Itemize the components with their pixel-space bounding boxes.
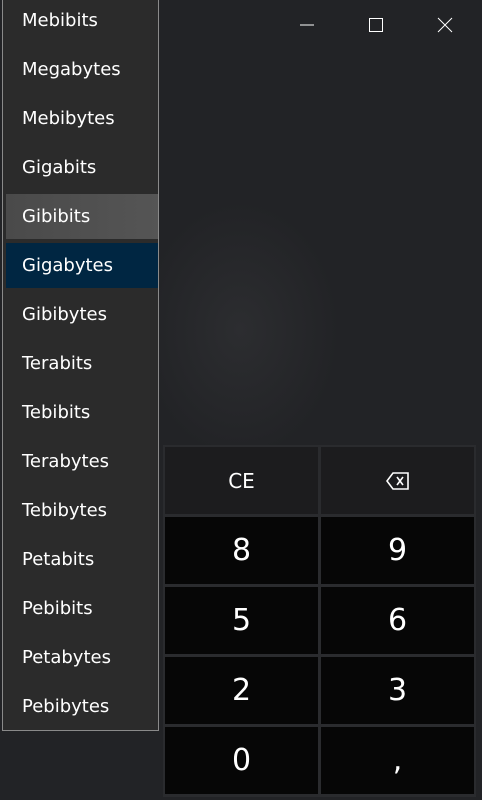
unit-option-gigabits[interactable]: Gigabits [6, 145, 158, 190]
unit-option-label: Pebibits [22, 598, 93, 619]
unit-option-label: Terabits [22, 353, 93, 374]
unit-option-label: Megabytes [22, 59, 121, 80]
unit-option-label: Mebibytes [22, 108, 115, 129]
unit-option-mebibits[interactable]: Mebibits [6, 0, 158, 43]
unit-option-petabytes[interactable]: Petabytes [6, 635, 158, 680]
close-button[interactable] [415, 0, 475, 50]
unit-option-label: Gigabytes [22, 255, 113, 276]
clear-entry-button[interactable]: CE [165, 447, 318, 514]
backspace-button[interactable] [321, 447, 474, 514]
maximize-button[interactable] [346, 0, 406, 50]
key-9[interactable]: 9 [321, 517, 474, 584]
keypad: CE 8 9 5 6 2 3 0 , [163, 445, 476, 797]
unit-option-gibibits[interactable]: Gibibits [6, 194, 158, 239]
key-6[interactable]: 6 [321, 587, 474, 654]
background [140, 200, 340, 460]
unit-option-label: Gibibytes [22, 304, 107, 325]
key-label: , [392, 743, 403, 778]
decimal-separator-key[interactable]: , [321, 727, 474, 794]
key-label: 8 [231, 533, 252, 568]
unit-option-label: Petabytes [22, 647, 111, 668]
unit-option-pebibytes[interactable]: Pebibytes [6, 684, 158, 729]
unit-option-label: Gibibits [22, 206, 91, 227]
unit-option-petabits[interactable]: Petabits [6, 537, 158, 582]
key-3[interactable]: 3 [321, 657, 474, 724]
minimize-icon [300, 24, 314, 26]
unit-option-label: Terabytes [22, 451, 110, 472]
key-5[interactable]: 5 [165, 587, 318, 654]
unit-option-tebibits[interactable]: Tebibits [6, 390, 158, 435]
unit-option-label: Pebibytes [22, 696, 110, 717]
unit-option-gibibytes[interactable]: Gibibytes [6, 292, 158, 337]
unit-option-megabytes[interactable]: Megabytes [6, 47, 158, 92]
key-label: 2 [231, 673, 252, 708]
key-8[interactable]: 8 [165, 517, 318, 584]
key-label: 3 [387, 673, 408, 708]
key-label: 9 [387, 533, 408, 568]
unit-option-label: Tebibits [22, 402, 91, 423]
unit-option-gigabytes[interactable]: Gigabytes [6, 243, 158, 288]
unit-option-pebibits[interactable]: Pebibits [6, 586, 158, 631]
ce-label: CE [228, 468, 255, 493]
maximize-icon [369, 18, 383, 32]
unit-option-terabits[interactable]: Terabits [6, 341, 158, 386]
unit-option-label: Tebibytes [22, 500, 108, 521]
unit-dropdown-list[interactable]: Mebibits Megabytes Mebibytes Gigabits Gibibi… [2, 0, 159, 731]
close-icon [437, 17, 453, 33]
minimize-button[interactable] [277, 0, 337, 50]
unit-option-terabytes[interactable]: Terabytes [6, 439, 158, 484]
unit-option-mebibytes[interactable]: Mebibytes [6, 96, 158, 141]
key-label: 0 [231, 743, 252, 778]
key-0[interactable]: 0 [165, 727, 318, 794]
key-2[interactable]: 2 [165, 657, 318, 724]
key-label: 5 [231, 603, 252, 638]
key-label: 6 [387, 603, 408, 638]
unit-option-label: Gigabits [22, 157, 97, 178]
unit-option-label: Petabits [22, 549, 95, 570]
unit-option-tebibytes[interactable]: Tebibytes [6, 488, 158, 533]
unit-option-label: Mebibits [22, 10, 98, 31]
backspace-icon [385, 471, 409, 490]
